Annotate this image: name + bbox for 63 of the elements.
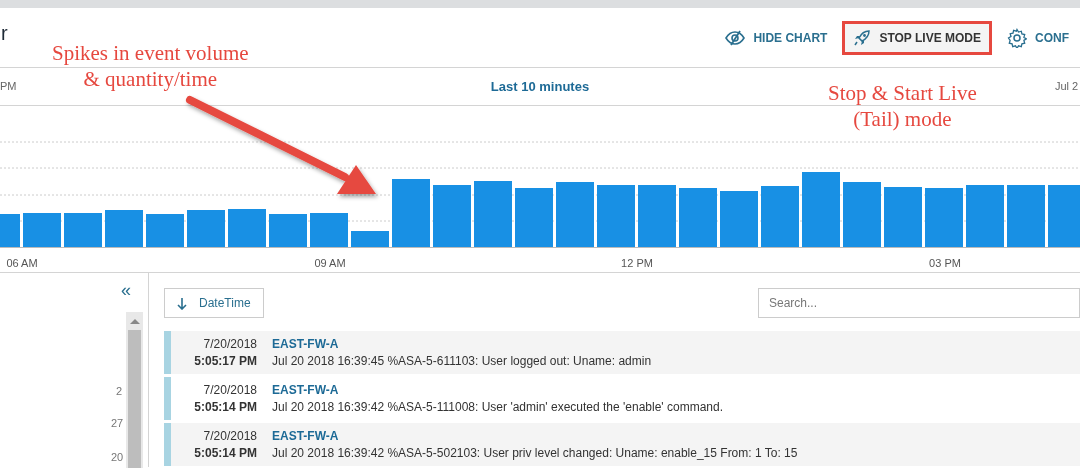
sort-button[interactable]: DateTime bbox=[164, 288, 264, 318]
histogram-bar bbox=[1048, 185, 1080, 248]
axis-label: 09 AM bbox=[314, 256, 346, 271]
log-time: 5:05:14 PM bbox=[194, 398, 257, 416]
log-host[interactable]: EAST-FW-A bbox=[272, 335, 652, 353]
histogram-bar bbox=[597, 185, 635, 248]
log-row[interactable]: 7/20/2018 5:05:14 PM EAST-FW-A Jul 20 2018 16:39:42 %ASA-5-502103: User priv level changed: Uname: enable_15 From: 1 To: 15 bbox=[164, 423, 1080, 466]
histogram-bar bbox=[679, 188, 717, 248]
log-time: 5:05:14 PM bbox=[194, 444, 257, 462]
rocket-icon bbox=[853, 28, 872, 47]
axis-label: 06 AM bbox=[6, 256, 38, 271]
log-message: Jul 20 2018 16:39:45 %ASA-5-611103: User logged out: Uname: admin bbox=[272, 352, 652, 370]
scrollbar[interactable] bbox=[126, 312, 143, 468]
histogram-bar bbox=[556, 182, 594, 248]
count-label: 20 bbox=[111, 450, 124, 465]
histogram-bar bbox=[23, 213, 61, 248]
histogram-bar bbox=[1007, 185, 1045, 248]
histogram-bar bbox=[64, 213, 102, 248]
settings-icon bbox=[1007, 27, 1027, 48]
count-label: 2 bbox=[116, 384, 123, 399]
histogram-bar bbox=[310, 213, 348, 248]
log-date: 7/20/2018 bbox=[203, 335, 257, 353]
callout-text: Stop & Start Live (Tail) mode bbox=[828, 80, 977, 132]
histogram-bar bbox=[105, 210, 143, 248]
log-host[interactable]: EAST-FW-A bbox=[272, 427, 798, 445]
histogram-bar bbox=[761, 186, 799, 248]
range-label[interactable]: Last 10 minutes bbox=[490, 76, 590, 97]
search-field[interactable]: Search... bbox=[758, 288, 1080, 318]
histogram-bar bbox=[187, 210, 225, 248]
histogram-bar bbox=[638, 185, 676, 248]
collapse-button[interactable]: « bbox=[121, 281, 131, 299]
title-text: r bbox=[1, 21, 8, 46]
log-time: 5:05:17 PM bbox=[194, 352, 257, 370]
histogram-bar bbox=[228, 209, 266, 248]
log-date: 7/20/2018 bbox=[203, 381, 257, 399]
range-start-label: PM bbox=[0, 79, 17, 95]
histogram-bar bbox=[146, 214, 184, 248]
histogram-bar bbox=[515, 188, 553, 248]
axis-label: 03 PM bbox=[929, 256, 961, 271]
log-host[interactable]: EAST-FW-A bbox=[272, 381, 723, 399]
config-button[interactable]: CONF bbox=[996, 20, 1080, 55]
histogram-bar bbox=[0, 214, 20, 248]
histogram-bar bbox=[474, 181, 512, 248]
axis-label: 12 PM bbox=[621, 256, 653, 271]
histogram-bar bbox=[925, 188, 963, 248]
count-label: 27 bbox=[111, 416, 124, 431]
range-end-label: Jul 2 bbox=[1055, 79, 1079, 95]
histogram-bar bbox=[433, 185, 471, 248]
hide-chart-button[interactable]: HIDE CHART bbox=[714, 20, 839, 55]
histogram-bar bbox=[720, 191, 758, 248]
histogram-bar bbox=[392, 179, 430, 248]
log-row[interactable]: 7/20/2018 5:05:17 PM EAST-FW-A Jul 20 2018 16:39:45 %ASA-5-611103: User logged out: Uname: admin bbox=[164, 331, 1080, 374]
log-date: 7/20/2018 bbox=[203, 427, 257, 445]
log-message: Jul 20 2018 16:39:42 %ASA-5-502103: User priv level changed: Uname: enable_15 From: 1 To: 15 bbox=[272, 444, 798, 462]
eye-slash-icon bbox=[725, 29, 746, 46]
live-mode-button[interactable]: STOP LIVE MODE bbox=[842, 20, 992, 55]
histogram-bar bbox=[269, 214, 307, 248]
log-message: Jul 20 2018 16:39:42 %ASA-5-111008: User 'admin' executed the 'enable' command. bbox=[272, 398, 723, 416]
arrow-down-icon bbox=[177, 296, 187, 310]
histogram-bar bbox=[966, 185, 1004, 248]
histogram-bar bbox=[843, 182, 881, 248]
callout-text: Spikes in event volume & quantity/time bbox=[52, 40, 249, 92]
histogram-bar bbox=[884, 187, 922, 248]
